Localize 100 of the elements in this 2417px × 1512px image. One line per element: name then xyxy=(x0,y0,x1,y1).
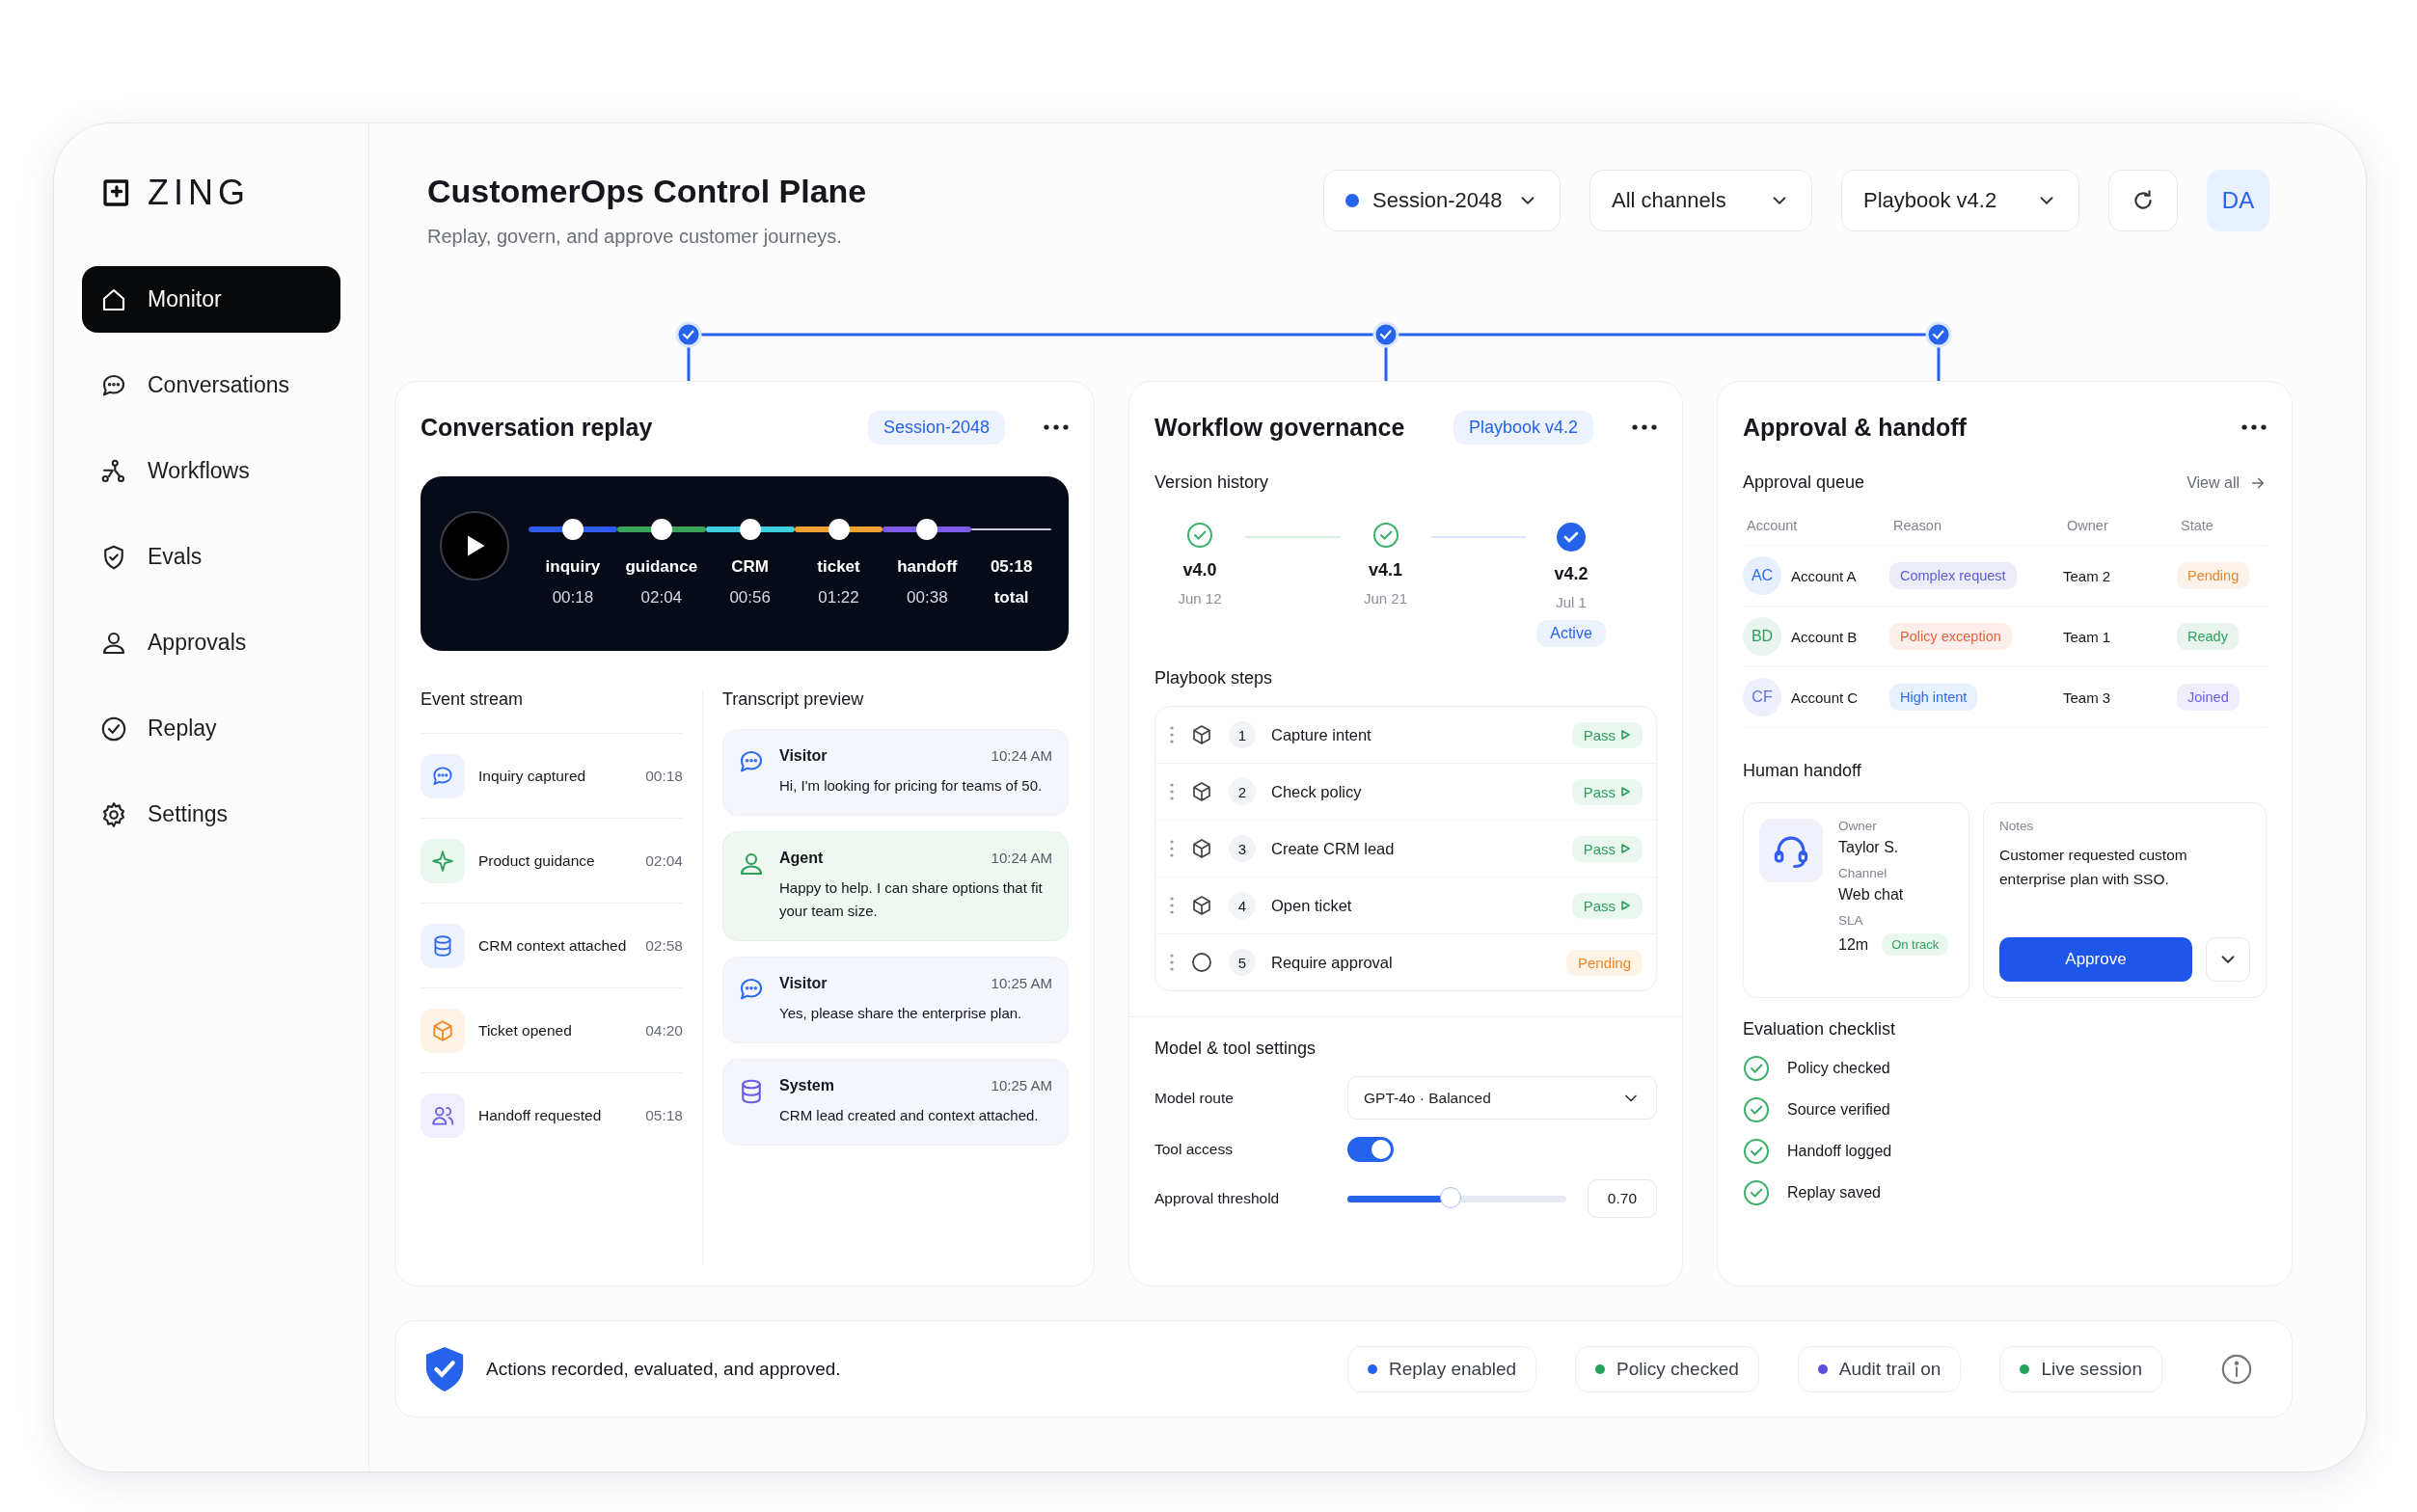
event-label: CRM context attached xyxy=(478,936,628,955)
account-name: Account B xyxy=(1791,628,1858,645)
event-row[interactable]: CRM context attached 02:58 xyxy=(421,904,683,988)
step-name: Open ticket xyxy=(1271,896,1353,915)
step-row[interactable]: 3 Create CRM lead Pass xyxy=(1155,821,1656,878)
user-avatar[interactable]: DA xyxy=(2207,170,2269,231)
account-avatar: AC xyxy=(1743,556,1781,595)
sidebar-item[interactable]: Conversations xyxy=(82,352,340,418)
step-row[interactable]: 5 Require approval Pending xyxy=(1155,934,1656,990)
event-time: 05:18 xyxy=(645,1106,683,1124)
setting-label: Approval threshold xyxy=(1154,1190,1281,1207)
status-badge: Pass xyxy=(1571,721,1643,748)
event-row[interactable]: Ticket opened 04:20 xyxy=(421,988,683,1073)
total-label: total xyxy=(993,588,1029,608)
status-pill: Audit trail on xyxy=(1797,1345,1962,1392)
threshold-slider[interactable] xyxy=(1347,1187,1566,1210)
more-icon[interactable] xyxy=(1632,424,1657,430)
owner-cell-text: Team 3 xyxy=(2063,688,2112,706)
section-title: Version history xyxy=(1154,472,1270,493)
step-row[interactable]: 4 Open ticket Pass xyxy=(1155,878,1656,934)
segment-marker[interactable] xyxy=(650,519,672,540)
event-time: 04:20 xyxy=(645,1021,683,1040)
page-title: CustomerOps Control Plane xyxy=(427,172,867,211)
info-icon[interactable] xyxy=(2220,1352,2253,1386)
drag-handle-icon[interactable] xyxy=(1169,782,1175,801)
segment-marker[interactable] xyxy=(828,519,850,540)
event-row[interactable]: Inquiry captured 00:18 xyxy=(421,734,683,819)
section-title: Transcript preview xyxy=(722,689,865,710)
sidebar-item[interactable]: Evals xyxy=(82,524,340,590)
setting-label: Tool access xyxy=(1154,1141,1234,1158)
segment-time: 00:56 xyxy=(729,588,771,608)
segment-label: CRM xyxy=(731,557,769,577)
view-all-link[interactable]: View all xyxy=(2186,473,2267,492)
step-name: Require approval xyxy=(1271,953,1394,972)
slider-thumb[interactable] xyxy=(1439,1187,1461,1208)
queue-row[interactable]: AC Account A Complex request Team 2 Pending xyxy=(1743,546,2267,607)
sidebar-item[interactable]: Settings xyxy=(82,781,340,848)
column-header: Reason xyxy=(1893,518,1942,533)
threshold-value-field[interactable]: 0.70 xyxy=(1587,1179,1657,1218)
segment-label: guidance xyxy=(625,557,698,577)
segment-marker[interactable] xyxy=(561,519,584,540)
status-badge: Pass xyxy=(1571,835,1643,862)
playbook-badge: Playbook v4.2 xyxy=(1453,410,1593,445)
message-text: CRM lead created and context attached. xyxy=(779,1106,1040,1125)
segment-marker[interactable] xyxy=(916,519,938,540)
field-label: Channel xyxy=(1838,866,1888,880)
sidebar-item[interactable]: Workflows xyxy=(82,438,340,504)
step-number: 3 xyxy=(1229,835,1256,862)
column-header: Owner xyxy=(2067,518,2109,533)
version-date: Jun 21 xyxy=(1363,590,1407,607)
sidebar-item[interactable]: Approvals xyxy=(82,609,340,676)
message-text: Happy to help. I can share options that fit your team size. xyxy=(779,878,1044,921)
sidebar-item[interactable]: Monitor xyxy=(82,266,340,333)
account-name: Account A xyxy=(1791,567,1857,584)
filter-dropdown[interactable]: All channels xyxy=(1589,170,1812,231)
owner-cell-text: Team 2 xyxy=(2063,567,2112,584)
card-title: Approval & handoff xyxy=(1743,413,1968,442)
drag-handle-icon[interactable] xyxy=(1169,953,1175,972)
play-outline-icon xyxy=(1619,900,1631,911)
step-number: 2 xyxy=(1229,778,1256,805)
message-time: 10:24 AM xyxy=(991,850,1052,867)
step-row[interactable]: 1 Capture intent Pass xyxy=(1155,707,1656,764)
field-value: Web chat xyxy=(1838,886,1904,904)
drag-handle-icon[interactable] xyxy=(1169,725,1175,744)
segment-time: 00:18 xyxy=(552,588,594,608)
play-outline-icon xyxy=(1619,729,1631,741)
checklist-label: Policy checked xyxy=(1787,1060,1890,1077)
section-title: Playbook steps xyxy=(1154,668,1274,688)
filter-dropdown[interactable]: Playbook v4.2 xyxy=(1841,170,2079,231)
event-row[interactable]: Handoff requested 05:18 xyxy=(421,1073,683,1157)
field-value: 12m xyxy=(1838,935,1869,954)
event-label: Handoff requested xyxy=(478,1106,603,1124)
sla-badge: On track xyxy=(1882,933,1949,956)
approve-button[interactable]: Approve xyxy=(1999,937,2192,982)
box-icon xyxy=(1190,894,1213,917)
more-icon[interactable] xyxy=(2241,424,2267,430)
event-label: Inquiry captured xyxy=(478,767,587,785)
queue-row[interactable]: CF Account C High intent Team 3 Joined xyxy=(1743,667,2267,728)
total-time: 05:18 xyxy=(990,557,1033,577)
step-row[interactable]: 2 Check policy Pass xyxy=(1155,764,1656,821)
drag-handle-icon[interactable] xyxy=(1169,896,1175,915)
refresh-button[interactable] xyxy=(2108,170,2178,231)
circle-icon xyxy=(1190,951,1213,974)
setting-label: Model route xyxy=(1154,1089,1235,1107)
account-avatar: BD xyxy=(1743,617,1781,656)
drag-handle-icon[interactable] xyxy=(1169,839,1175,858)
tool-access-toggle[interactable] xyxy=(1347,1137,1394,1162)
segment-marker[interactable] xyxy=(739,519,761,540)
more-icon[interactable] xyxy=(1044,424,1069,430)
step-number: 1 xyxy=(1229,721,1256,748)
event-time: 00:18 xyxy=(645,767,683,785)
event-row[interactable]: Product guidance 02:04 xyxy=(421,819,683,904)
sidebar-item[interactable]: Replay xyxy=(82,695,340,762)
message-sender: Visitor xyxy=(779,975,828,992)
queue-row[interactable]: BD Account B Policy exception Team 1 Ready xyxy=(1743,607,2267,667)
message-text: Hi, I'm looking for pricing for teams of 50. xyxy=(779,776,1044,796)
version-date: Jun 12 xyxy=(1178,590,1222,607)
footer-message: Actions recorded, evaluated, and approved. xyxy=(486,1358,841,1380)
model-route-dropdown[interactable]: GPT-4o · Balanced xyxy=(1347,1076,1657,1120)
filter-dropdown[interactable]: Session-2048 xyxy=(1323,170,1561,231)
